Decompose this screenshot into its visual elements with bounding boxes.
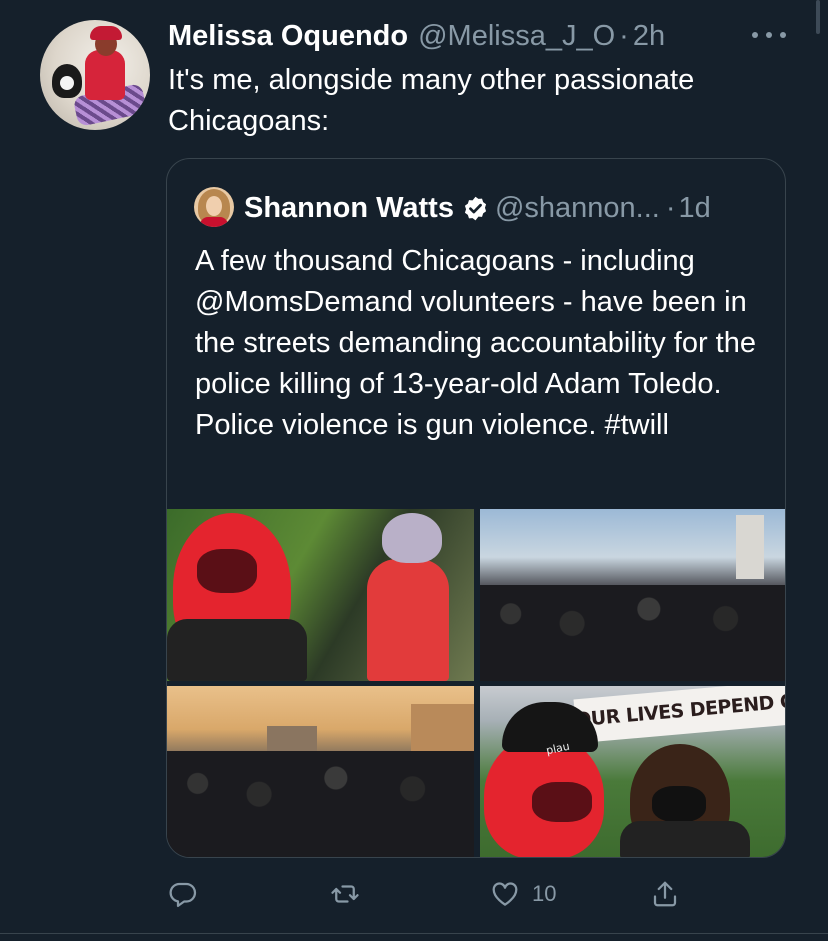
more-dot (752, 32, 758, 38)
author-avatar[interactable] (40, 20, 150, 130)
author-handle[interactable]: @Melissa_J_O (418, 20, 615, 53)
media-grid: OUR LIVES DEPEND ON IT!! plau (167, 509, 786, 857)
quoted-author-avatar[interactable] (194, 187, 234, 227)
photo4-sign-text: OUR LIVES DEPEND ON IT!! (574, 686, 786, 732)
tweet-text: It's me, alongside many other passionate… (168, 64, 695, 137)
media-photo-2[interactable] (480, 509, 785, 681)
photo3-crowd (167, 751, 474, 857)
tweet[interactable]: Melissa Oquendo @Melissa_J_O · 2h It's m… (0, 0, 828, 941)
reply-icon (169, 882, 197, 907)
verified-badge-icon (464, 196, 487, 220)
quoted-avatar-face (206, 196, 222, 216)
header-separator: · (619, 19, 629, 52)
tweet-header: Melissa Oquendo @Melissa_J_O · 2h (168, 18, 788, 54)
photo1-red-shirt (367, 559, 449, 681)
quoted-author-name: Shannon Watts (244, 191, 454, 224)
quoted-header-separator: · (665, 191, 676, 224)
photo4-friend-jacket (620, 821, 750, 857)
like-count: 10 (532, 881, 557, 906)
retweet-icon (331, 885, 359, 903)
tweet-actions: 10 (168, 872, 788, 916)
avatar-dog (52, 64, 82, 98)
tweet-divider (0, 933, 828, 934)
photo1-mask (197, 549, 257, 593)
reply-button[interactable] (168, 872, 198, 916)
quoted-tweet-text: A few thousand Chicagoans - including @M… (195, 245, 756, 441)
photo1-jacket (167, 619, 307, 681)
like-button[interactable]: 10 (490, 872, 556, 916)
quoted-avatar-shirt (200, 217, 228, 227)
photo4-mask-right (652, 786, 706, 822)
quoted-tweet[interactable]: Shannon Watts @shannon... · 1d A few tho… (166, 158, 786, 858)
media-photo-1[interactable] (167, 509, 474, 681)
author-name[interactable]: Melissa Oquendo (168, 20, 408, 53)
quoted-author-handle: @shannon... (494, 191, 660, 224)
photo4-protest-sign: OUR LIVES DEPEND ON IT!! (573, 686, 786, 744)
photo1-second-hair (382, 513, 442, 563)
more-options-icon[interactable] (752, 20, 786, 50)
scrollbar[interactable] (816, 0, 820, 34)
share-icon (653, 881, 677, 907)
avatar-figure-body (85, 50, 125, 100)
photo2-crowd (480, 585, 785, 681)
more-dot (766, 32, 772, 38)
tweet-time[interactable]: 2h (633, 20, 665, 53)
avatar-figure-hair (90, 26, 122, 40)
share-button[interactable] (650, 872, 680, 916)
more-dot (780, 32, 786, 38)
heart-icon (492, 882, 518, 906)
photo4-mask-left (532, 782, 592, 822)
media-photo-3[interactable] (167, 686, 474, 857)
quoted-tweet-header: Shannon Watts @shannon... · 1d (244, 187, 711, 229)
retweet-button[interactable] (330, 872, 360, 916)
quoted-tweet-time: 1d (678, 191, 711, 224)
photo2-tower (736, 515, 764, 579)
media-photo-4[interactable]: OUR LIVES DEPEND ON IT!! plau (480, 686, 786, 857)
